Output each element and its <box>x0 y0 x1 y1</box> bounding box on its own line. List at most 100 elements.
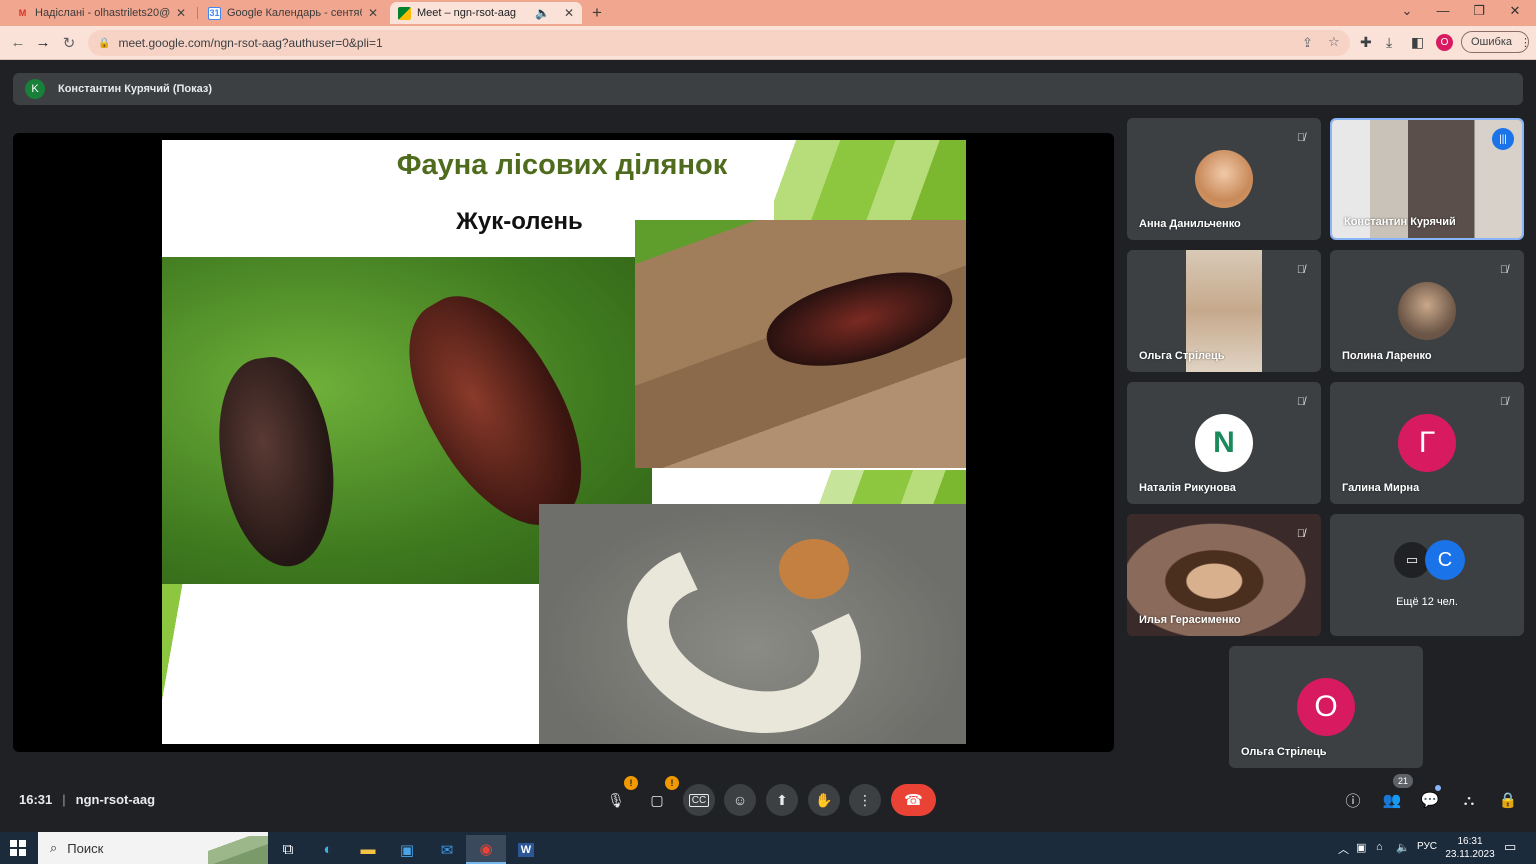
new-tab-button[interactable]: + <box>586 2 612 24</box>
taskbar-search[interactable]: ⌕ Поиск <box>38 832 268 864</box>
browser-toolbar: ← → ↻ 🔒 meet.google.com/ngn-rsot-aag?aut… <box>0 26 1536 60</box>
mic-off-icon: 🎙̸ <box>1296 528 1306 540</box>
close-tab-icon[interactable]: ✕ <box>368 6 378 20</box>
search-icon: ⌕ <box>50 840 58 855</box>
participant-photo-avatar <box>1398 282 1456 340</box>
chrome-icon[interactable]: ◉ <box>466 835 506 864</box>
store-icon[interactable]: ▣ <box>387 835 427 864</box>
meeting-info: 16:31 | ngn-rsot-aag <box>19 792 155 807</box>
participant-name: Галина Мирна <box>1342 482 1420 494</box>
stag-beetle-on-wood-photo <box>635 220 966 468</box>
address-bar[interactable]: 🔒 meet.google.com/ngn-rsot-aag?authuser=… <box>88 30 1350 56</box>
female-beetle-shape <box>207 350 347 574</box>
tab-title: Google Календарь - сентябрь 2 <box>227 7 362 19</box>
lock-icon: 🔒 <box>98 37 111 49</box>
participant-avatar: О <box>1297 678 1355 736</box>
tray-chevron-icon[interactable]: ︿ <box>1338 841 1349 857</box>
chat-icon[interactable]: 💬 <box>1419 789 1441 811</box>
windows-taskbar: ⌕ Поиск ⧉ ◐ ▬ ▣ ✉ ◉ W ︿ ▣ ⌂ 🔈 РУС 16:31 … <box>0 832 1536 864</box>
task-view-icon[interactable]: ⧉ <box>268 835 308 864</box>
tab-calendar[interactable]: 31 Google Календарь - сентябрь 2 ✕ <box>200 2 386 24</box>
word-icon[interactable]: W <box>506 835 546 864</box>
side-panel-icon[interactable]: ◧ <box>1411 34 1424 51</box>
presenter-name: Константин Курячий (Показ) <box>58 83 213 95</box>
language-indicator[interactable]: РУС <box>1417 841 1437 852</box>
close-tab-icon[interactable]: ✕ <box>564 6 574 20</box>
participant-tile[interactable]: N 🎙̸ Наталія Рикунова <box>1127 382 1321 504</box>
tab-separator <box>197 7 198 19</box>
participant-name: Полина Ларенко <box>1342 350 1432 362</box>
meet-icon <box>398 6 411 20</box>
captions-icon: CC <box>688 793 710 807</box>
participant-name: Наталія Рикунова <box>1139 482 1236 494</box>
gmail-icon: M <box>18 8 27 18</box>
present-screen-button[interactable]: ⬆ <box>766 784 798 816</box>
presentation-slide: Фауна лісових ділянок Жук-олень <box>162 140 966 744</box>
speaking-indicator-icon: ||| <box>1492 128 1514 150</box>
menu-dots-icon: ⋮ <box>1520 36 1531 49</box>
raise-hand-button[interactable]: ✋ <box>808 784 840 816</box>
leave-call-button[interactable]: ☎ <box>891 784 936 816</box>
reactions-button[interactable]: ☺ <box>724 784 756 816</box>
tab-gmail[interactable]: M Надіслані - olhastrilets20@gma ✕ <box>8 2 194 24</box>
participant-tile[interactable]: 🎙̸ Полина Ларенко <box>1330 250 1524 372</box>
participant-tile-self[interactable]: О Ольга Стрілець <box>1229 646 1423 768</box>
edge-icon[interactable]: ◐ <box>308 835 348 864</box>
participant-name: Ольга Стрілець <box>1139 350 1225 362</box>
captions-button[interactable]: CC <box>683 784 715 816</box>
participant-avatar: С <box>1425 540 1465 580</box>
participant-name: Константин Курячий <box>1344 216 1456 228</box>
share-icon[interactable]: ⇪ <box>1302 35 1313 51</box>
tab-search-icon[interactable]: ⌄ <box>1392 3 1422 19</box>
meeting-time: 16:31 <box>19 792 53 807</box>
back-icon[interactable]: ← <box>9 34 27 51</box>
minimize-icon[interactable]: — <box>1428 3 1458 18</box>
beetle-larva-photo <box>539 504 966 744</box>
participant-tile[interactable]: Г 🎙̸ Галина Мирна <box>1330 382 1524 504</box>
larva-shape <box>600 513 888 744</box>
close-tab-icon[interactable]: ✕ <box>176 6 186 20</box>
download-icon[interactable]: ⤓ <box>1386 34 1392 51</box>
reload-icon[interactable]: ↻ <box>60 34 78 52</box>
larva-head-shape <box>779 539 849 599</box>
network-icon[interactable]: ⌂ <box>1376 841 1383 853</box>
more-options-button[interactable]: ⋮ <box>849 784 881 816</box>
browser-tab-strip: M Надіслані - olhastrilets20@gma ✕ 31 Go… <box>0 0 1536 26</box>
close-window-icon[interactable]: ✕ <box>1500 3 1530 19</box>
tab-title: Meet – ngn-rsot-aag <box>417 7 517 19</box>
camera-button[interactable]: ▢ ! <box>641 776 679 816</box>
profile-avatar[interactable]: O <box>1436 34 1453 51</box>
windows-start-icon[interactable] <box>10 840 26 856</box>
activities-icon[interactable]: ⛬ <box>1458 789 1480 811</box>
people-icon[interactable]: 👥 <box>1381 789 1403 811</box>
phone-hangup-icon: ☎ <box>904 792 923 809</box>
divider: | <box>62 792 66 807</box>
meet-tray-icon[interactable]: ▣ <box>1356 841 1366 854</box>
taskbar-clock[interactable]: 16:31 23.11.2023 <box>1440 835 1500 861</box>
file-explorer-icon[interactable]: ▬ <box>348 835 388 864</box>
microphone-button[interactable]: 🎙 ! <box>600 776 638 816</box>
participant-avatar: N <box>1195 414 1253 472</box>
meeting-code: ngn-rsot-aag <box>75 792 156 807</box>
more-participants-tile[interactable]: ▭ С Ещё 12 чел. <box>1330 514 1524 636</box>
bookmark-star-icon[interactable]: ☆ <box>1328 34 1340 50</box>
notifications-icon[interactable]: ▭ <box>1504 839 1516 855</box>
speaker-icon[interactable]: 🔈 <box>535 6 550 20</box>
participant-tile-active-speaker[interactable]: ||| Константин Курячий <box>1330 118 1524 240</box>
volume-icon[interactable]: 🔈 <box>1396 841 1410 854</box>
clock-date: 23.11.2023 <box>1445 849 1495 860</box>
clock-time: 16:31 <box>1457 836 1483 847</box>
error-button[interactable]: Ошибка ⋮ <box>1461 31 1531 53</box>
tab-meet[interactable]: Meet – ngn-rsot-aag 🔈 ✕ <box>390 2 582 24</box>
participant-tile[interactable]: 🎙̸ Ольга Стрілець <box>1127 250 1321 372</box>
participant-tile[interactable]: 🎙̸ Илья Герасименко <box>1127 514 1321 636</box>
mail-icon[interactable]: ✉ <box>427 835 467 864</box>
participant-tile[interactable]: 🎙̸ Анна Данильченко <box>1127 118 1321 240</box>
restore-icon[interactable]: ❐ <box>1464 3 1494 19</box>
forward-icon[interactable]: → <box>34 34 52 51</box>
error-label: Ошибка <box>1471 36 1512 48</box>
extensions-icon[interactable]: ✚ <box>1360 34 1372 51</box>
host-controls-icon[interactable]: 🔒 <box>1497 789 1519 811</box>
presenter-bar: K Константин Курячий (Показ) <box>13 73 1523 105</box>
meeting-details-icon[interactable]: ⓘ <box>1342 789 1364 811</box>
